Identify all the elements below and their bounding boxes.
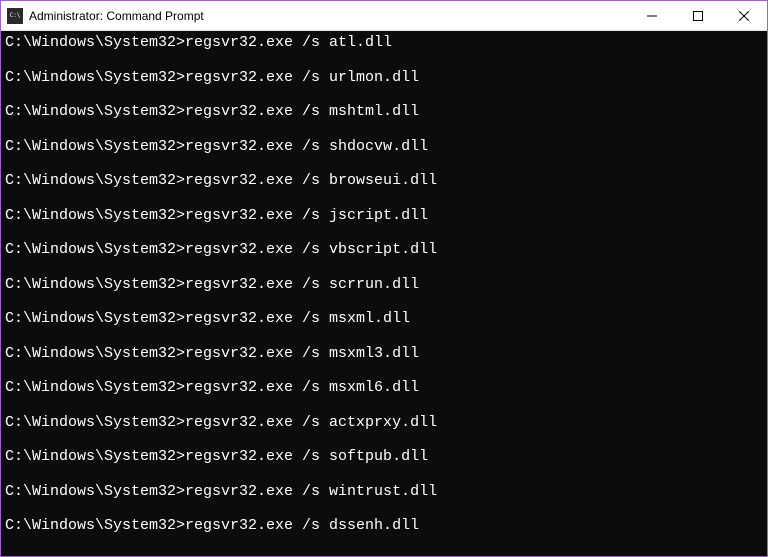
terminal-line: C:\Windows\System32>regsvr32.exe /s soft… <box>5 449 763 466</box>
terminal-line: C:\Windows\System32>regsvr32.exe /s actx… <box>5 415 763 432</box>
titlebar[interactable]: Administrator: Command Prompt <box>1 1 767 31</box>
command-line: C:\Windows\System32>regsvr32.exe /s msxm… <box>5 346 763 363</box>
terminal-line: C:\Windows\System32>regsvr32.exe /s msxm… <box>5 380 763 397</box>
command-line: C:\Windows\System32>regsvr32.exe /s atl.… <box>5 35 763 52</box>
terminal-line: C:\Windows\System32>regsvr32.exe /s msxm… <box>5 311 763 328</box>
command-line: C:\Windows\System32>regsvr32.exe /s msht… <box>5 104 763 121</box>
terminal-line: C:\Windows\System32>regsvr32.exe /s msxm… <box>5 346 763 363</box>
command-line: C:\Windows\System32>regsvr32.exe /s soft… <box>5 449 763 466</box>
terminal-line: C:\Windows\System32>regsvr32.exe /s brow… <box>5 173 763 190</box>
command-line: C:\Windows\System32>regsvr32.exe /s msxm… <box>5 380 763 397</box>
terminal-line: C:\Windows\System32>regsvr32.exe /s scrr… <box>5 277 763 294</box>
terminal-line: C:\Windows\System32>regsvr32.exe /s shdo… <box>5 139 763 156</box>
command-prompt-window: Administrator: Command Prompt C:\Windows… <box>0 0 768 557</box>
command-line: C:\Windows\System32>regsvr32.exe /s wint… <box>5 484 763 501</box>
command-line: C:\Windows\System32>regsvr32.exe /s actx… <box>5 415 763 432</box>
terminal-line: C:\Windows\System32>regsvr32.exe /s vbsc… <box>5 242 763 259</box>
window-title: Administrator: Command Prompt <box>29 9 629 23</box>
terminal-line: C:\Windows\System32>regsvr32.exe /s atl.… <box>5 35 763 52</box>
terminal-line: C:\Windows\System32>regsvr32.exe /s dsse… <box>5 518 763 535</box>
terminal-output[interactable]: C:\Windows\System32>regsvr32.exe /s atl.… <box>1 31 767 556</box>
command-line: C:\Windows\System32>regsvr32.exe /s dsse… <box>5 518 763 535</box>
maximize-button[interactable] <box>675 1 721 31</box>
minimize-button[interactable] <box>629 1 675 31</box>
command-line: C:\Windows\System32>regsvr32.exe /s jscr… <box>5 208 763 225</box>
command-line: C:\Windows\System32>regsvr32.exe /s scrr… <box>5 277 763 294</box>
terminal-line: C:\Windows\System32>regsvr32.exe /s msht… <box>5 104 763 121</box>
cmd-icon <box>7 8 23 24</box>
command-line: C:\Windows\System32>regsvr32.exe /s shdo… <box>5 139 763 156</box>
command-line: C:\Windows\System32>regsvr32.exe /s vbsc… <box>5 242 763 259</box>
terminal-line: C:\Windows\System32>regsvr32.exe /s wint… <box>5 484 763 501</box>
command-line: C:\Windows\System32>regsvr32.exe /s urlm… <box>5 70 763 87</box>
window-controls <box>629 1 767 30</box>
command-line: C:\Windows\System32>regsvr32.exe /s brow… <box>5 173 763 190</box>
terminal-line: C:\Windows\System32>regsvr32.exe /s urlm… <box>5 70 763 87</box>
terminal-line: C:\Windows\System32>regsvr32.exe /s jscr… <box>5 208 763 225</box>
command-line: C:\Windows\System32>regsvr32.exe /s msxm… <box>5 311 763 328</box>
close-button[interactable] <box>721 1 767 31</box>
